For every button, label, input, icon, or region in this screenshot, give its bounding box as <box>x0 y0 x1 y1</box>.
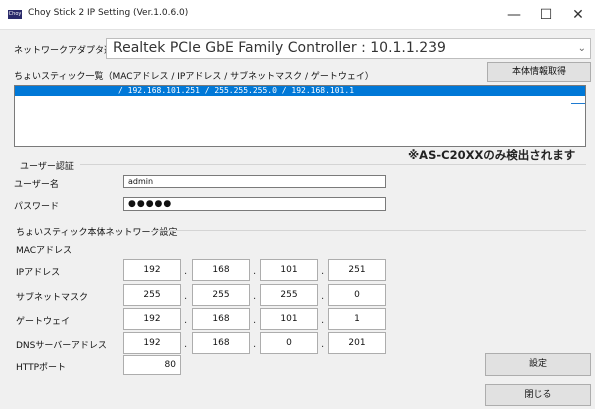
dot-separator: . <box>184 339 188 350</box>
dot-separator: . <box>253 266 257 277</box>
dns-octet-3[interactable]: 0 <box>260 332 318 354</box>
dot-separator: . <box>321 339 325 350</box>
dot-separator: . <box>253 339 257 350</box>
dns-octet-1[interactable]: 192 <box>123 332 181 354</box>
subnet-label: サブネットマスク <box>16 293 89 303</box>
subnet-octet-3[interactable]: 255 <box>260 284 318 306</box>
dns-octet-4[interactable]: 201 <box>328 332 386 354</box>
list-item[interactable]: / 192.168.101.251 / 255.255.255.0 / 192.… <box>15 86 585 96</box>
window-title: Choy Stick 2 IP Setting (Ver.1.0.6.0) <box>28 8 189 18</box>
gateway-octet-2[interactable]: 168 <box>192 308 250 330</box>
dot-separator: . <box>321 291 325 302</box>
app-icon: Choy <box>8 10 22 19</box>
dot-separator: . <box>184 291 188 302</box>
dot-separator: . <box>321 266 325 277</box>
dot-separator: . <box>321 315 325 326</box>
minimize-icon[interactable]: — <box>500 4 528 26</box>
divider <box>152 230 586 231</box>
dot-separator: . <box>184 315 188 326</box>
network-group-label: ちょいスティック本体ネットワーク設定 <box>16 228 178 238</box>
ip-octet-1[interactable]: 192 <box>123 259 181 281</box>
dot-separator: . <box>253 315 257 326</box>
get-info-button[interactable]: 本体情報取得 <box>487 62 591 82</box>
http-port-label: HTTPポート <box>16 363 67 373</box>
password-input[interactable]: ●●●●● <box>123 197 386 211</box>
close-button[interactable]: 閉じる <box>485 384 591 406</box>
gateway-octet-1[interactable]: 192 <box>123 308 181 330</box>
close-icon[interactable]: ✕ <box>564 4 592 26</box>
dot-separator: . <box>184 266 188 277</box>
subnet-octet-2[interactable]: 255 <box>192 284 250 306</box>
ip-octet-3[interactable]: 101 <box>260 259 318 281</box>
divider <box>80 164 586 165</box>
username-label: ユーザー名 <box>14 180 59 190</box>
gateway-octet-3[interactable]: 101 <box>260 308 318 330</box>
chevron-down-icon[interactable]: ⌄ <box>578 39 586 58</box>
http-port-input[interactable]: 80 <box>123 355 181 375</box>
username-input[interactable]: admin <box>123 175 386 188</box>
ip-label: IPアドレス <box>16 268 61 278</box>
title-bar: Choy Choy Stick 2 IP Setting (Ver.1.0.6.… <box>0 0 595 30</box>
detection-notice: ※AS-C20XXのみ検出されます <box>408 148 576 162</box>
auth-group-label: ユーザー認証 <box>20 162 74 172</box>
gateway-octet-4[interactable]: 1 <box>328 308 386 330</box>
ip-octet-4[interactable]: 251 <box>328 259 386 281</box>
device-list-header: ちょいスティック一覧（MACアドレス / IPアドレス / サブネットマスク /… <box>14 72 374 82</box>
device-list[interactable]: / 192.168.101.251 / 255.255.255.0 / 192.… <box>14 85 586 147</box>
list-scroll-marker <box>571 103 585 104</box>
ip-octet-2[interactable]: 168 <box>192 259 250 281</box>
maximize-icon[interactable]: ☐ <box>532 4 560 26</box>
dot-separator: . <box>253 291 257 302</box>
adapter-select[interactable]: Realtek PCIe GbE Family Controller : 10.… <box>106 38 591 59</box>
adapter-select-value: Realtek PCIe GbE Family Controller : 10.… <box>113 40 446 56</box>
mac-label: MACアドレス <box>16 246 73 256</box>
gateway-label: ゲートウェイ <box>16 317 71 327</box>
subnet-octet-4[interactable]: 0 <box>328 284 386 306</box>
subnet-octet-1[interactable]: 255 <box>123 284 181 306</box>
dns-octet-2[interactable]: 168 <box>192 332 250 354</box>
set-button[interactable]: 設定 <box>485 353 591 376</box>
password-label: パスワード <box>14 202 60 212</box>
dns-label: DNSサーバーアドレス <box>16 341 107 351</box>
